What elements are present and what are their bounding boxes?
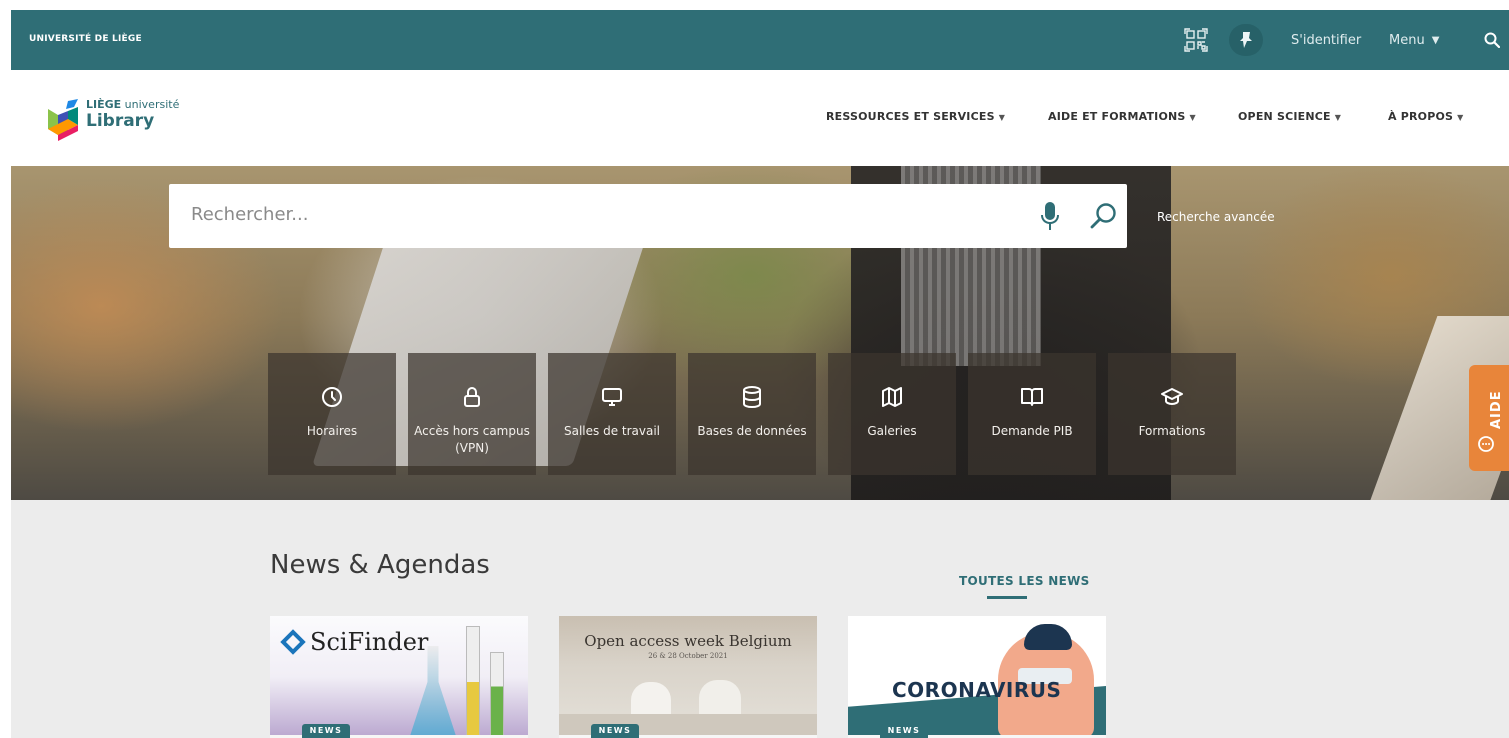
- tile-horaires[interactable]: Horaires: [268, 353, 396, 475]
- nav-aide-formations[interactable]: AIDE ET FORMATIONS ▼: [1048, 110, 1196, 123]
- news-badge: NEWS: [591, 724, 639, 738]
- logo-liege: LIÈGE: [86, 98, 122, 111]
- caret-down-icon: ▼: [998, 113, 1006, 122]
- logo-universite: université: [121, 98, 180, 111]
- aide-tab[interactable]: AIDE: [1469, 365, 1509, 471]
- coronavirus-text: CORONAVIRUS: [892, 678, 1062, 702]
- tile-vpn[interactable]: Accès hors campus (VPN): [408, 353, 536, 475]
- aide-label-wrap: AIDE: [1477, 377, 1504, 437]
- database-icon: [743, 386, 761, 409]
- monitor-icon: [602, 388, 622, 406]
- search-icon: [1484, 32, 1500, 48]
- nav-label: À PROPOS: [1388, 110, 1454, 123]
- caret-down-icon: ▼: [1457, 113, 1464, 122]
- microphone-icon[interactable]: [1039, 200, 1061, 232]
- test-tube-image: [466, 626, 480, 738]
- tile-bases[interactable]: Bases de données: [688, 353, 816, 475]
- tile-pib[interactable]: Demande PIB: [968, 353, 1096, 475]
- lock-icon: [464, 387, 480, 407]
- nav-ressources[interactable]: RESSOURCES ET SERVICES ▼: [826, 110, 1005, 123]
- nav-label: OPEN SCIENCE: [1238, 110, 1331, 123]
- site-header: LIÈGE université Library RESSOURCES ET S…: [11, 70, 1509, 166]
- pin-button[interactable]: [1229, 24, 1263, 56]
- logo-library-text: Library: [86, 111, 155, 131]
- tile-label: Accès hors campus (VPN): [414, 424, 530, 455]
- caret-down-icon: ▼: [1334, 113, 1342, 122]
- library-logo[interactable]: LIÈGE université Library: [44, 97, 204, 145]
- qr-code-button[interactable]: [1181, 24, 1211, 56]
- news-section: News & Agendas TOUTES LES NEWS SciFinder…: [11, 500, 1509, 738]
- map-icon: [882, 387, 902, 407]
- news-badge: NEWS: [880, 724, 928, 738]
- clock-icon: [322, 387, 342, 407]
- tile-salles[interactable]: Salles de travail: [548, 353, 676, 475]
- hair-image: [1024, 624, 1072, 650]
- open-access-title: Open access week Belgium: [584, 632, 792, 650]
- tile-label: Galeries: [867, 424, 917, 438]
- top-strip: [0, 0, 1509, 10]
- book-open-icon: [1021, 388, 1043, 406]
- tile-label: Salles de travail: [563, 424, 661, 438]
- tile-galeries[interactable]: Galeries: [828, 353, 956, 475]
- tile-formations[interactable]: Formations: [1108, 353, 1236, 475]
- news-card-open-access[interactable]: Open access week Belgium 26 & 28 October…: [559, 616, 817, 738]
- pin-icon: [1240, 32, 1252, 48]
- open-access-dates: 26 & 28 October 2021: [648, 652, 728, 660]
- signin-link[interactable]: S'identifier: [1291, 24, 1361, 56]
- library-logo-icon: [48, 99, 78, 141]
- top-bar: UNIVERSITÉ DE LIÈGE S'identifier Menu ▼: [11, 10, 1509, 70]
- scifinder-logo: SciFinder: [280, 628, 429, 656]
- advanced-search-link[interactable]: Recherche avancée: [1157, 210, 1275, 224]
- news-card-scifinder[interactable]: SciFinder NEWS: [270, 616, 528, 738]
- nav-label: AIDE ET FORMATIONS: [1048, 110, 1186, 123]
- flask-image: [410, 646, 456, 736]
- qr-code-icon: [1184, 28, 1208, 52]
- hero-banner: Rechercher... Recherche avancée Horaires…: [11, 166, 1509, 500]
- tile-label: Bases de données: [697, 424, 807, 438]
- news-title: News & Agendas: [270, 550, 490, 580]
- graduation-cap-icon: [1161, 388, 1183, 405]
- university-brand-link[interactable]: UNIVERSITÉ DE LIÈGE: [29, 34, 142, 44]
- news-card-coronavirus[interactable]: CORONAVIRUS NEWS: [848, 616, 1106, 738]
- tile-label: Formations: [1138, 424, 1206, 438]
- menu-dropdown[interactable]: Menu ▼: [1389, 24, 1439, 56]
- all-news-underline: [987, 596, 1027, 599]
- search-toggle-button[interactable]: [1481, 24, 1503, 56]
- news-badge: NEWS: [302, 724, 350, 738]
- nav-a-propos[interactable]: À PROPOS ▼: [1388, 110, 1464, 123]
- tile-label: Horaires: [306, 424, 358, 438]
- chat-icon: [1477, 435, 1501, 459]
- browser-page: UNIVERSITÉ DE LIÈGE S'identifier Menu ▼: [11, 10, 1509, 738]
- caret-down-icon: ▼: [1189, 113, 1196, 122]
- aide-label: AIDE: [1489, 390, 1504, 429]
- diamond-icon: [280, 629, 306, 655]
- logo-university-text: LIÈGE université: [86, 98, 179, 111]
- chevron-down-icon: ▼: [1431, 34, 1440, 46]
- search-box[interactable]: Rechercher...: [169, 184, 1127, 248]
- tile-label: Demande PIB: [991, 424, 1073, 438]
- search-submit-icon[interactable]: [1089, 201, 1119, 231]
- nav-label: RESSOURCES ET SERVICES: [826, 110, 995, 123]
- nav-open-science[interactable]: OPEN SCIENCE ▼: [1238, 110, 1341, 123]
- search-input[interactable]: Rechercher...: [191, 204, 308, 225]
- scifinder-text: SciFinder: [310, 628, 429, 656]
- all-news-link[interactable]: TOUTES LES NEWS: [959, 574, 1090, 588]
- test-tube-image-2: [490, 652, 504, 738]
- menu-label: Menu: [1389, 32, 1425, 48]
